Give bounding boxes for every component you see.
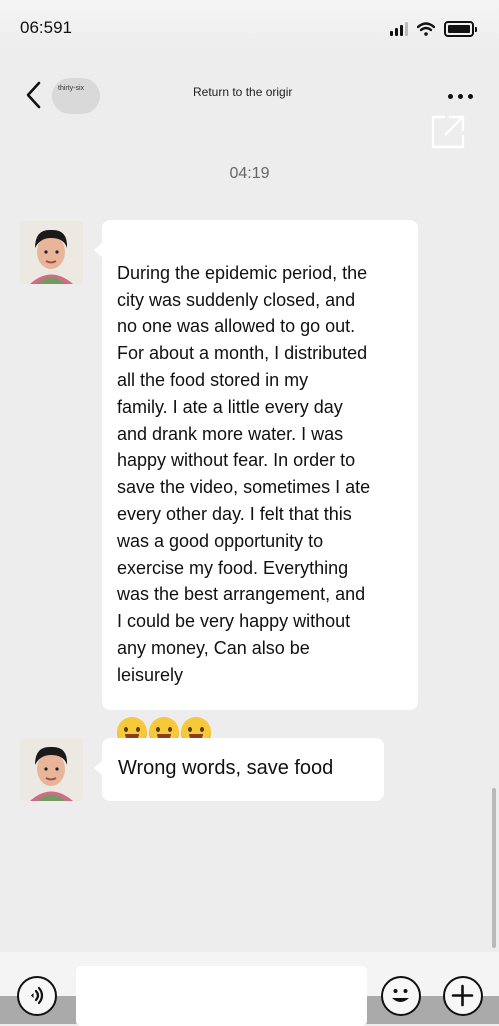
message-bubble[interactable]: During the epidemic period, the city was… — [94, 220, 418, 748]
page-title: Return to the origir — [193, 85, 293, 99]
message-input[interactable] — [76, 966, 367, 1026]
message-text: Wrong words, save food — [118, 757, 334, 779]
emoji-icon[interactable] — [381, 976, 421, 1016]
wifi-icon — [417, 22, 435, 36]
avatar[interactable] — [20, 221, 83, 284]
message-bubble[interactable]: Wrong words, save food — [94, 738, 384, 801]
status-time: 06:591 — [20, 18, 72, 37]
status-icons — [390, 21, 477, 37]
voice-icon[interactable] — [17, 976, 57, 1016]
plus-icon[interactable] — [443, 976, 483, 1016]
status-bar: 06:591 — [0, 0, 499, 58]
nav-bar: thirty-six Return to the origir — [0, 58, 499, 149]
contact-name-pill[interactable]: thirty-six — [52, 78, 100, 114]
avatar[interactable] — [20, 738, 83, 801]
more-dots-icon[interactable] — [448, 94, 473, 99]
message-text: During the epidemic period, the city was… — [117, 262, 371, 685]
battery-icon — [444, 21, 474, 37]
scrollbar[interactable] — [492, 788, 496, 948]
chevron-left-icon[interactable] — [22, 80, 46, 110]
signal-icon — [390, 22, 408, 36]
share-external-icon[interactable] — [430, 114, 466, 150]
chat-timestamp: 04:19 — [229, 165, 270, 182]
battery-tip — [475, 26, 477, 32]
